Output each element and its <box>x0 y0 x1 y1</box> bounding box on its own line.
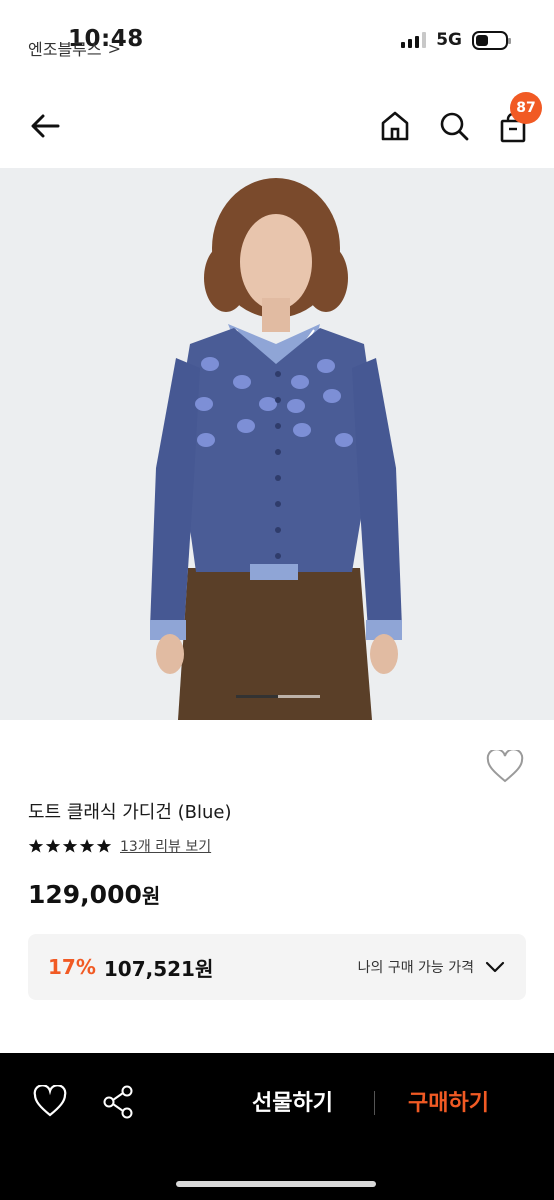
star-icon <box>45 839 61 853</box>
cart-count-badge: 87 <box>510 92 542 124</box>
search-button[interactable] <box>434 106 474 146</box>
chevron-down-icon <box>485 961 505 973</box>
rating-row: 13개 리뷰 보기 <box>28 836 211 856</box>
status-indicators: 5G <box>401 30 511 50</box>
battery-icon <box>472 30 511 50</box>
chevron-right-icon: > <box>107 38 122 58</box>
home-indicator <box>176 1181 376 1187</box>
price-value: 129,000 <box>28 880 142 909</box>
rating-stars <box>28 838 112 854</box>
heart-icon <box>486 748 524 783</box>
home-icon <box>381 111 409 141</box>
wishlist-button[interactable] <box>486 748 526 786</box>
discount-label: 나의 구매 가능 가격 <box>357 960 474 976</box>
star-icon <box>79 839 95 853</box>
bottom-wishlist-button[interactable] <box>32 1084 70 1121</box>
product-photo <box>0 168 554 720</box>
price-unit: 원 <box>141 884 161 908</box>
buy-button[interactable]: 구매하기 <box>408 1085 489 1117</box>
product-image[interactable] <box>0 168 554 720</box>
gift-button[interactable]: 선물하기 <box>252 1085 333 1117</box>
brand-link[interactable]: 엔조블루스 > <box>28 36 121 60</box>
share-button[interactable] <box>100 1083 138 1123</box>
star-icon <box>62 839 78 853</box>
heart-icon <box>33 1084 67 1117</box>
star-icon <box>96 839 112 853</box>
home-button[interactable] <box>376 106 414 146</box>
image-pager-fill <box>236 695 278 698</box>
discount-price: 107,521원 <box>103 956 214 981</box>
brand-name: 엔조블루스 <box>28 40 102 59</box>
product-price: 129,000원 <box>28 880 160 909</box>
network-label: 5G <box>436 30 462 50</box>
top-nav <box>0 84 554 168</box>
review-link[interactable]: 13개 리뷰 보기 <box>120 836 211 856</box>
discount-rate: 17% <box>48 955 96 979</box>
back-arrow-icon <box>31 114 60 138</box>
share-icon <box>103 1085 133 1119</box>
star-icon <box>28 839 44 853</box>
image-pager-indicator <box>236 695 320 698</box>
back-button[interactable] <box>26 106 66 146</box>
signal-icon <box>401 32 427 48</box>
bottom-action-bar: 선물하기 구매하기 <box>0 1053 554 1200</box>
product-name: 도트 클래식 가디건 (Blue) <box>28 802 232 823</box>
discount-price-box[interactable]: 17% 107,521원 나의 구매 가능 가격 <box>28 934 526 1000</box>
bottom-divider <box>374 1091 375 1115</box>
search-icon <box>440 112 469 141</box>
